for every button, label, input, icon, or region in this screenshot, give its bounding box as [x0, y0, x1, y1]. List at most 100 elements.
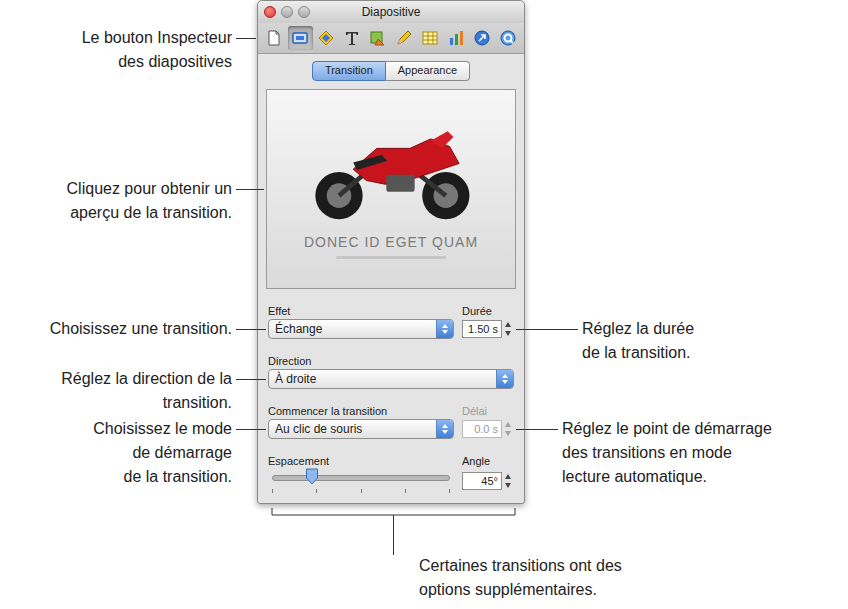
spacing-row: EspacementAngle45° — [268, 453, 514, 493]
spacing-slider — [268, 469, 454, 493]
inspector-button[interactable] — [417, 26, 442, 50]
angle-field: 45° — [462, 469, 514, 493]
note-line-text: Certaines transitions ont des — [419, 554, 622, 578]
quicktime-icon — [499, 29, 517, 47]
note-line-text: options supplémentaires. — [419, 578, 622, 602]
duration-label: Durée — [462, 303, 514, 319]
delay-label: Délai — [462, 403, 514, 419]
duration-field-input[interactable]: 1.50 s — [462, 320, 502, 338]
callout-line-text: de démarrage — [93, 441, 232, 465]
options-bracket — [271, 507, 516, 557]
zoom-button[interactable] — [298, 6, 310, 18]
callout-pointer — [516, 429, 558, 430]
tab-label: Transition — [325, 64, 373, 76]
direction-label: Direction — [268, 353, 514, 369]
inspector-button[interactable] — [314, 26, 339, 50]
start-popup-value: Au clic de souris — [269, 422, 436, 436]
inspector-button[interactable] — [262, 26, 287, 50]
callout-text: Cliquez pour obtenir unaperçu de la tran… — [67, 177, 232, 225]
callout-pointer — [236, 329, 266, 330]
window-controls — [258, 6, 318, 18]
effect-label: Effet — [268, 303, 454, 319]
slider-tick — [449, 489, 450, 493]
tab-bar: Transition Appearance — [258, 61, 524, 81]
slider-tick — [405, 489, 406, 493]
transition-preview[interactable]: DONEC ID EGET QUAM — [266, 89, 516, 289]
hyperlink-icon — [473, 29, 491, 47]
callout-pointer — [236, 429, 266, 430]
start-row: Commencer la transition Délai Au clic de s… — [268, 403, 514, 439]
table-icon — [421, 29, 439, 47]
inspector-button[interactable] — [469, 26, 494, 50]
graphic-icon — [369, 29, 387, 47]
callout-pointer — [516, 329, 578, 330]
slider-thumb[interactable] — [305, 468, 318, 485]
tab[interactable]: Transition — [312, 61, 386, 81]
title-bar: Diapositive — [258, 1, 524, 23]
callout-line-text: de la transition. — [582, 341, 694, 365]
effect-popup[interactable]: Échange — [268, 319, 454, 339]
callout-line-text: transition. — [61, 391, 232, 415]
callout-line-text: lecture automatique. — [562, 465, 772, 489]
callout-line-text: de la transition. — [93, 465, 232, 489]
callout-line-text: Réglez la durée — [582, 317, 694, 341]
inspector-button[interactable] — [366, 26, 391, 50]
tab-label: Appearance — [398, 64, 457, 76]
delay-field: 0.0 s — [462, 419, 514, 439]
angle-label: Angle — [462, 453, 514, 469]
motorcycle-image — [296, 120, 486, 228]
effect-popup-value: Échange — [269, 322, 436, 336]
effect-row: Effet Durée Échange 1.50 s — [268, 303, 514, 339]
slide-subtitle-bar — [336, 256, 446, 259]
callout-text: Réglez la direction de latransition. — [61, 367, 232, 415]
slider-tick — [361, 489, 362, 493]
tab[interactable]: Appearance — [386, 61, 470, 81]
inspector-button[interactable] — [443, 26, 468, 50]
slider-tick — [316, 489, 317, 493]
text-icon — [343, 29, 361, 47]
callout-pointer — [236, 379, 266, 380]
delay-field-input: 0.0 s — [462, 420, 502, 438]
inspector-window: Diapositive Transition Appearance DONEC ID … — [257, 0, 525, 504]
callout-line-text: Cliquez pour obtenir un — [67, 177, 232, 201]
callout-line-text: des transitions en mode — [562, 441, 772, 465]
build-icon — [317, 29, 335, 47]
callout-line-text: aperçu de la transition. — [67, 201, 232, 225]
start-popup[interactable]: Au clic de souris — [268, 419, 454, 439]
inspector-button[interactable] — [288, 26, 313, 50]
inspector-toolbar — [258, 23, 524, 54]
close-button[interactable] — [264, 6, 276, 18]
callout-pointer — [236, 38, 256, 39]
callout-line-text: Le bouton Inspecteur — [82, 26, 232, 50]
direction-popup-value: À droite — [269, 372, 496, 386]
callout-line-text: Réglez la direction de la — [61, 367, 232, 391]
stepper-icon[interactable] — [503, 471, 513, 491]
popup-arrows-icon — [436, 420, 453, 438]
duration-field: 1.50 s — [462, 319, 514, 339]
callout-text: Réglez le point de démarragedes transiti… — [562, 417, 772, 489]
inspector-button[interactable] — [392, 26, 417, 50]
popup-arrows-icon — [436, 320, 453, 338]
inspector-button[interactable] — [495, 26, 520, 50]
inspector-button[interactable] — [340, 26, 365, 50]
direction-row: Direction À droite — [268, 353, 514, 389]
slide-title: DONEC ID EGET QUAM — [304, 234, 478, 250]
callout-line-text: des diapositives — [82, 50, 232, 74]
slider-ticks — [272, 489, 450, 493]
start-label: Commencer la transition — [268, 403, 454, 419]
direction-popup[interactable]: À droite — [268, 369, 514, 389]
callout-line-text: Choisissez une transition. — [50, 317, 232, 341]
slide-icon — [291, 29, 309, 47]
callout-text: Choisissez le modede démarragede la tran… — [93, 417, 232, 489]
callout-text: Choisissez une transition. — [50, 317, 232, 341]
minimize-button[interactable] — [281, 6, 293, 18]
stepper-icon[interactable] — [503, 319, 513, 339]
callout-pointer — [236, 189, 264, 190]
note-text: Certaines transitions ont desoptions sup… — [419, 554, 622, 602]
angle-field-input[interactable]: 45° — [462, 472, 502, 490]
callout-text: Le bouton Inspecteurdes diapositives — [82, 26, 232, 74]
callout-text: Réglez la duréede la transition. — [582, 317, 694, 365]
window-title: Diapositive — [318, 5, 464, 19]
document-icon — [265, 29, 283, 47]
chart-icon — [447, 29, 465, 47]
